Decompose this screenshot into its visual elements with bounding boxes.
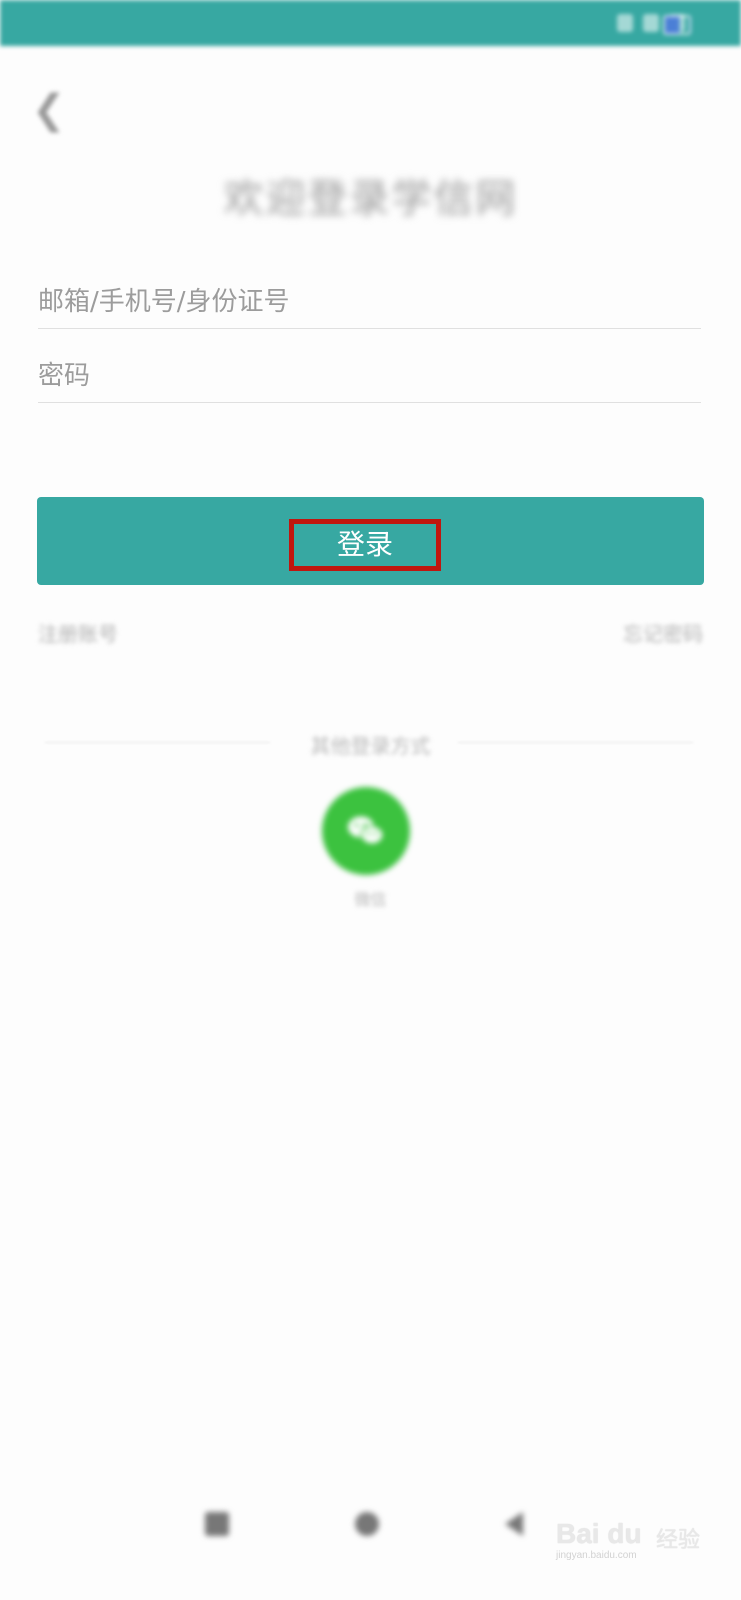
baidu-jingyan-watermark: Bai du 经验 jingyan.baidu.com [556,1504,706,1561]
page-title: 欢迎登录学信网 [223,176,518,222]
signal-icon [617,14,633,32]
chevron-left-icon: ❮ [32,87,66,133]
forgot-password-link[interactable]: 忘记密码 [623,618,703,647]
account-field[interactable] [38,282,701,329]
register-link[interactable]: 注册账号 [38,618,118,647]
battery-icon [663,15,691,35]
status-bar [0,0,741,46]
other-login-label: 其他登录方式 [310,734,431,758]
nav-home-button[interactable] [355,1512,379,1536]
nav-back-button[interactable] [505,1512,523,1536]
divider-right [458,742,693,743]
account-input[interactable] [38,282,701,322]
wechat-icon [348,816,384,845]
wifi-icon [643,14,659,32]
wechat-login-button[interactable] [322,787,410,875]
wechat-label: 微信 [354,890,387,909]
watermark-logo: Bai du [556,1518,642,1549]
login-button[interactable] [37,497,704,585]
watermark-url: jingyan.baidu.com [556,1550,637,1561]
back-button[interactable]: ❮ [32,88,72,132]
watermark-cn: 经验 [656,1528,701,1553]
password-input[interactable] [38,356,701,396]
nav-menu-button[interactable] [205,1512,229,1536]
password-field[interactable] [38,356,701,403]
